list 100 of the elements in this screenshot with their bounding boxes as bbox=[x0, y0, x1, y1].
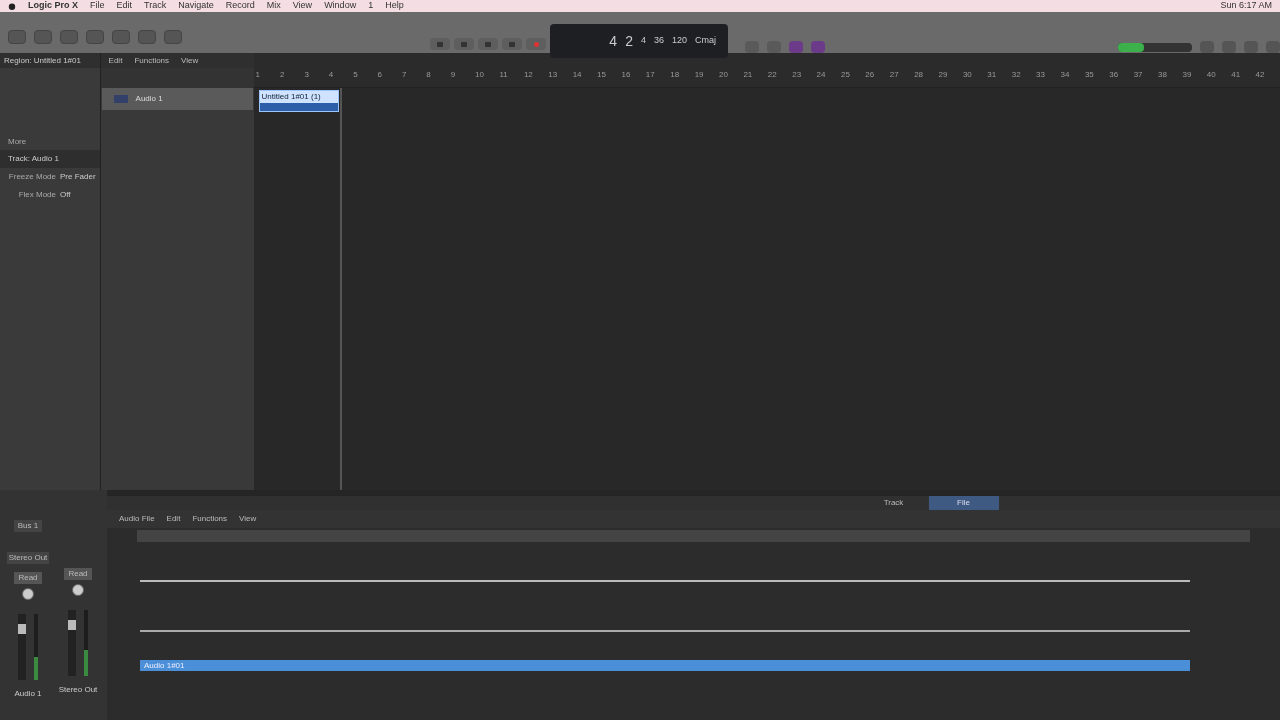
bar-number: 27 bbox=[889, 69, 900, 81]
library-button[interactable] bbox=[8, 29, 26, 44]
bar-number: 19 bbox=[694, 69, 705, 81]
region-name: Audio 1#01 bbox=[144, 661, 185, 670]
track-inspector-header[interactable]: Track: Audio 1 bbox=[0, 150, 100, 168]
menu-button[interactable]: Audio File bbox=[115, 513, 159, 525]
scissors-button[interactable] bbox=[164, 29, 182, 44]
bar-number: 21 bbox=[743, 69, 754, 81]
apple-icon[interactable] bbox=[8, 2, 16, 10]
automation-mode[interactable]: Read bbox=[64, 568, 92, 580]
menu-item[interactable]: Help bbox=[385, 0, 404, 13]
bar-number: 36 bbox=[1109, 69, 1120, 81]
level-meter bbox=[84, 610, 88, 676]
count-in-button[interactable] bbox=[789, 41, 803, 53]
bar-number: 22 bbox=[767, 69, 778, 81]
menu-button[interactable]: Edit bbox=[104, 54, 127, 67]
toolbar-button[interactable] bbox=[60, 29, 78, 44]
list-button[interactable] bbox=[1222, 41, 1236, 53]
editor-tab[interactable]: File bbox=[928, 496, 999, 510]
menu-item[interactable]: 1 bbox=[368, 0, 374, 13]
inspector-field-label: Freeze Mode bbox=[7, 171, 56, 183]
editor-tab[interactable]: Track bbox=[858, 496, 929, 510]
bar-number: 24 bbox=[816, 69, 827, 81]
bar-number: 5 bbox=[353, 69, 359, 81]
menu-item[interactable]: Mix bbox=[266, 0, 281, 13]
bar-number: 34 bbox=[1060, 69, 1071, 81]
lcd-value: 2 bbox=[625, 31, 633, 51]
bar-number: 6 bbox=[377, 69, 383, 81]
scroll-bar[interactable] bbox=[107, 490, 1280, 496]
track-icon bbox=[113, 95, 128, 103]
bar-number: 33 bbox=[1036, 69, 1046, 81]
bar-number: 17 bbox=[645, 69, 656, 81]
send-slot[interactable]: Bus 1 bbox=[13, 520, 43, 532]
metronome-button[interactable] bbox=[811, 41, 825, 53]
output-slot[interactable]: Stereo Out bbox=[6, 552, 50, 564]
bar-number: 41 bbox=[1231, 69, 1242, 81]
menu-button[interactable]: View bbox=[235, 513, 261, 525]
automation-mode[interactable]: Read bbox=[14, 572, 42, 584]
tuner-button[interactable] bbox=[767, 41, 781, 53]
inspector-label[interactable]: More bbox=[0, 134, 100, 150]
bar-number: 30 bbox=[962, 69, 973, 81]
mixer-button[interactable] bbox=[112, 29, 130, 44]
volume-fader[interactable] bbox=[18, 614, 26, 680]
bar-number: 1 bbox=[255, 69, 262, 81]
menu-button[interactable]: View bbox=[177, 54, 203, 67]
menu-item[interactable]: File bbox=[90, 0, 105, 13]
inspector-field-value[interactable]: Pre Fader bbox=[60, 171, 96, 183]
menu-button[interactable]: Functions bbox=[188, 513, 232, 525]
smart-controls-button[interactable] bbox=[86, 29, 104, 44]
bar-number: 10 bbox=[475, 69, 485, 81]
editors-button[interactable] bbox=[138, 29, 156, 44]
channel-name: Stereo Out bbox=[58, 684, 98, 696]
info-button[interactable] bbox=[34, 29, 52, 44]
bar-number: 4 bbox=[328, 69, 335, 81]
track-header[interactable]: Audio 1 bbox=[101, 88, 253, 110]
play-button[interactable] bbox=[502, 38, 522, 50]
channel-name: Audio 1 bbox=[14, 688, 42, 700]
region-inspector-header[interactable]: Region: Untitled 1#01 bbox=[0, 53, 100, 68]
menu-item[interactable]: Record bbox=[225, 0, 255, 13]
browser-button[interactable] bbox=[1266, 41, 1280, 53]
menu-item[interactable]: Window bbox=[324, 0, 357, 13]
region-name: Untitled 1#01 (1) bbox=[259, 91, 338, 103]
audio-region[interactable]: Untitled 1#01 (1) bbox=[258, 90, 339, 112]
app-menu[interactable]: Logic Pro X bbox=[28, 0, 78, 13]
inspector-field-value[interactable]: Off bbox=[60, 189, 71, 201]
record-button[interactable] bbox=[526, 38, 546, 50]
playhead[interactable] bbox=[339, 88, 342, 490]
bar-number: 14 bbox=[572, 69, 583, 81]
bar-number: 13 bbox=[548, 69, 559, 81]
volume-fader[interactable] bbox=[68, 610, 76, 676]
menu-item[interactable]: Navigate bbox=[178, 0, 214, 13]
lcd-value: 4 bbox=[609, 31, 618, 51]
track-name: Audio 1 bbox=[135, 93, 163, 105]
pan-knob[interactable] bbox=[72, 584, 84, 596]
inspector-field-label: Flex Mode bbox=[17, 189, 56, 201]
menu-item[interactable]: Edit bbox=[116, 0, 133, 13]
pan-knob[interactable] bbox=[22, 588, 34, 600]
lcd-value: 36 bbox=[653, 34, 664, 48]
lcd-value: 120 bbox=[671, 34, 687, 48]
bar-number: 29 bbox=[938, 69, 949, 81]
lcd-value: Cmaj bbox=[695, 34, 716, 48]
bar-number: 11 bbox=[499, 69, 509, 81]
stop-button[interactable] bbox=[478, 38, 498, 50]
loops-button[interactable] bbox=[1244, 41, 1258, 53]
notepad-button[interactable] bbox=[1200, 41, 1214, 53]
bar-number: 12 bbox=[523, 69, 534, 81]
bar-number: 42 bbox=[1255, 69, 1266, 81]
bar-number: 23 bbox=[792, 69, 803, 81]
menu-button[interactable]: Functions bbox=[130, 54, 174, 67]
cycle-button[interactable] bbox=[745, 41, 759, 53]
menu-item[interactable]: View bbox=[292, 0, 313, 13]
menu-button[interactable]: Edit bbox=[162, 513, 185, 525]
bar-number: 8 bbox=[426, 69, 432, 81]
bar-number: 16 bbox=[621, 69, 632, 81]
rewind-button[interactable] bbox=[430, 38, 450, 50]
forward-button[interactable] bbox=[454, 38, 474, 50]
lcd-value: 4 bbox=[640, 34, 646, 48]
bar-number: 39 bbox=[1182, 69, 1193, 81]
bar-number: 28 bbox=[914, 69, 925, 81]
menu-item[interactable]: Track bbox=[144, 0, 167, 13]
